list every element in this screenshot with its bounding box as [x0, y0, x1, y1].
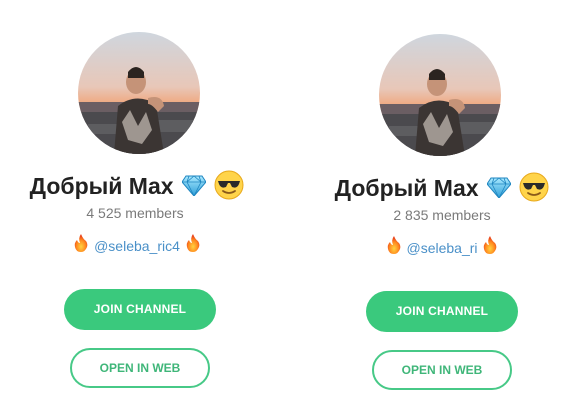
- channel-handle-row: @seleba_ric4: [0, 234, 282, 257]
- join-channel-button[interactable]: JOIN CHANNEL: [64, 289, 216, 330]
- fire-icon: [387, 236, 401, 259]
- channel-card: Добрый Max 2 835 members @seleba_ri JOIN…: [297, 0, 577, 413]
- diamond-icon: [486, 176, 512, 204]
- sunglasses-face-icon: [214, 170, 244, 206]
- person-photo-avatar: [379, 34, 501, 156]
- channel-handle-link[interactable]: @seleba_ri: [406, 240, 477, 256]
- open-in-web-button[interactable]: OPEN IN WEB: [372, 350, 512, 390]
- join-channel-button[interactable]: JOIN CHANNEL: [366, 291, 518, 332]
- channel-name: Добрый Max: [297, 172, 577, 208]
- sunglasses-face-icon: [519, 172, 549, 208]
- person-photo-avatar: [78, 32, 200, 154]
- channel-handle-row: @seleba_ri: [297, 236, 577, 259]
- channel-avatar: [78, 32, 200, 154]
- fire-icon: [483, 236, 497, 259]
- channel-name-text: Добрый Max: [29, 173, 174, 200]
- channel-name-text: Добрый Max: [334, 175, 479, 202]
- channel-handle-link[interactable]: @seleba_ric4: [94, 238, 180, 254]
- fire-icon: [186, 234, 200, 257]
- channel-avatar: [379, 34, 501, 156]
- members-count: 4 525 members: [86, 205, 184, 221]
- open-in-web-button[interactable]: OPEN IN WEB: [70, 348, 210, 388]
- diamond-icon: [181, 174, 207, 202]
- channel-name: Добрый Max: [0, 170, 282, 206]
- fire-icon: [74, 234, 88, 257]
- members-count: 2 835 members: [393, 207, 491, 223]
- channel-card: Добрый Max 4 525 members @seleba_ric4 JO…: [0, 0, 290, 413]
